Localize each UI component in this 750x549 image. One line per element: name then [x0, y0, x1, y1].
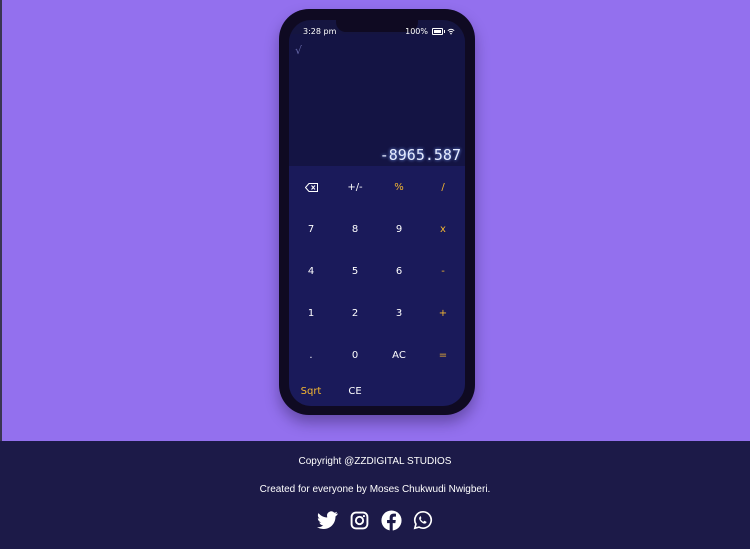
status-time: 3:28 pm: [303, 26, 337, 36]
wifi-icon: [447, 28, 455, 34]
operation-indicator: √: [295, 44, 303, 57]
clear-entry-button[interactable]: CE: [333, 376, 377, 406]
key-7[interactable]: 7: [289, 208, 333, 250]
multiply-button[interactable]: x: [421, 208, 465, 250]
facebook-icon: [380, 509, 402, 531]
phone-frame: √ -8965.587 3:28 pm 100% +/- % / 7 8 9 x…: [279, 9, 475, 415]
divide-button[interactable]: /: [421, 166, 465, 208]
key-5[interactable]: 5: [333, 250, 377, 292]
equals-button[interactable]: =: [421, 334, 465, 376]
backspace-icon: [304, 182, 318, 192]
calculator-screen: √ -8965.587 3:28 pm 100% +/- % / 7 8 9 x…: [289, 20, 465, 406]
twitter-link[interactable]: [316, 509, 338, 531]
key-3[interactable]: 3: [377, 292, 421, 334]
calculator-display: √ -8965.587: [289, 34, 465, 166]
copyright-text: Copyright @ZZDIGITAL STUDIOS: [298, 456, 452, 467]
result-value: -8965.587: [379, 146, 461, 164]
key-2[interactable]: 2: [333, 292, 377, 334]
key-0[interactable]: 0: [333, 334, 377, 376]
facebook-link[interactable]: [380, 509, 402, 531]
battery-percent: 100%: [405, 26, 428, 36]
status-bar: 3:28 pm 100%: [303, 25, 455, 37]
key-9[interactable]: 9: [377, 208, 421, 250]
key-1[interactable]: 1: [289, 292, 333, 334]
plus-button[interactable]: +: [421, 292, 465, 334]
all-clear-button[interactable]: AC: [377, 334, 421, 376]
instagram-link[interactable]: [348, 509, 370, 531]
instagram-icon: [350, 511, 368, 529]
percent-button[interactable]: %: [377, 166, 421, 208]
left-edge-bar: [0, 0, 2, 441]
battery-icon: [432, 27, 445, 35]
key-4[interactable]: 4: [289, 250, 333, 292]
sqrt-button[interactable]: Sqrt: [289, 376, 333, 406]
backspace-button[interactable]: [289, 166, 333, 208]
minus-button[interactable]: -: [421, 250, 465, 292]
whatsapp-link[interactable]: [412, 509, 434, 531]
status-indicators: 100%: [405, 27, 455, 36]
credit-text: Created for everyone by Moses Chukwudi N…: [259, 484, 491, 495]
key-6[interactable]: 6: [377, 250, 421, 292]
plus-minus-button[interactable]: +/-: [333, 166, 377, 208]
footer: Copyright @ZZDIGITAL STUDIOS Created for…: [0, 441, 750, 549]
whatsapp-icon: [413, 510, 433, 530]
key-8[interactable]: 8: [333, 208, 377, 250]
decimal-button[interactable]: .: [289, 334, 333, 376]
keypad: +/- % / 7 8 9 x 4 5 6 - 1 2 3 + . 0 AC =…: [289, 166, 465, 406]
twitter-icon: [316, 511, 338, 529]
social-links: [0, 509, 750, 531]
